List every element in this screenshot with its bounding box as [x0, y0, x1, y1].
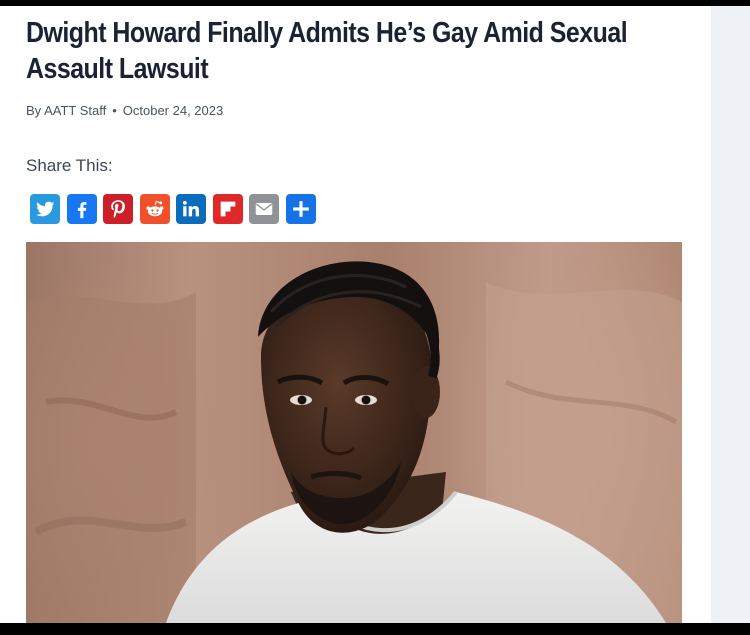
meta-separator: •: [112, 103, 117, 118]
twitter-icon: [36, 201, 55, 217]
share-plus-icon: [292, 201, 309, 217]
share-facebook-button[interactable]: [66, 194, 97, 224]
share-pinterest-button[interactable]: [103, 194, 133, 224]
linkedin-icon: [182, 200, 199, 217]
portrait-illustration: [26, 261, 682, 623]
screen-bottom-bar: [0, 623, 750, 635]
browser-viewport: Dwight Howard Finally Admits He’s Gay Am…: [0, 6, 750, 623]
share-buttons: [30, 194, 316, 224]
pinterest-icon: [111, 200, 125, 219]
author-byline[interactable]: By AATT Staff: [26, 103, 106, 118]
facebook-icon: [77, 201, 86, 219]
share-label: Share This:: [26, 156, 113, 175]
article-meta: By AATT Staff • October 24, 2023: [26, 103, 223, 118]
share-more-button[interactable]: [285, 194, 316, 224]
article-title: Dwight Howard Finally Admits He’s Gay Am…: [26, 17, 628, 85]
share-email-button[interactable]: [249, 194, 279, 224]
share-linkedin-button[interactable]: [176, 194, 206, 224]
publish-date: October 24, 2023: [122, 103, 224, 118]
email-icon: [255, 203, 273, 215]
share-flipboard-button[interactable]: [212, 194, 243, 224]
flipboard-icon: [220, 201, 235, 217]
share-twitter-button[interactable]: [30, 194, 60, 224]
article-hero-image: [26, 242, 682, 623]
right-side-panel: [711, 6, 750, 623]
reddit-icon: [145, 200, 164, 217]
share-reddit-button[interactable]: [139, 194, 170, 224]
